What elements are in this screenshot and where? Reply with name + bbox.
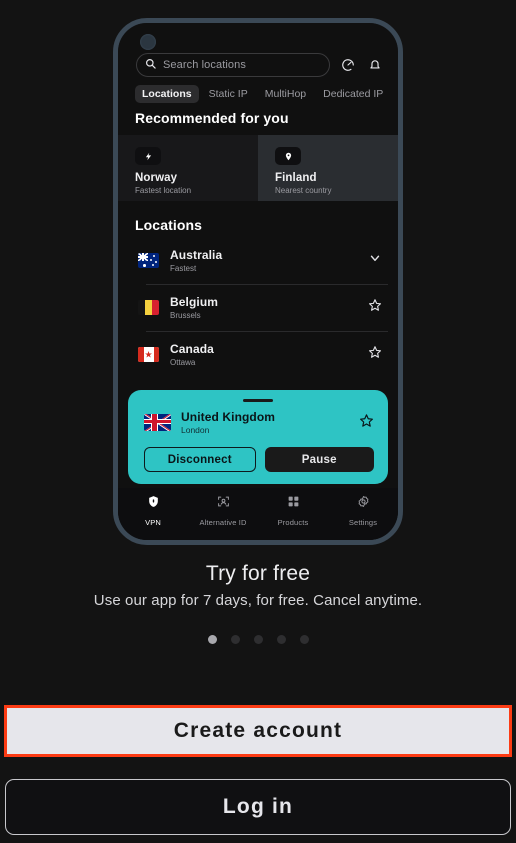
nav-label: VPN [145,518,161,527]
phone-screen: Search locations Locations Static IP Mul… [118,23,398,540]
country-sub: Brussels [170,311,201,320]
flag-canada-icon: ★ [138,347,159,362]
nav-item-alternative-id[interactable]: Alternative ID [188,495,258,527]
country-name: Canada [170,342,214,356]
identity-scan-icon [217,495,230,513]
log-in-label: Log in [222,795,294,818]
create-account-label: Create account [173,719,343,742]
country-sub: Fastest [170,264,197,273]
carousel-dot[interactable] [207,635,217,644]
country-sub: Ottawa [170,358,196,367]
tab-multihop[interactable]: MultiHop [258,85,313,103]
connected-country: United Kingdom [181,410,276,424]
search-placeholder: Search locations [163,59,246,71]
recommended-card-finland[interactable]: Finland Nearest country [258,135,398,201]
filter-tabs: Locations Static IP MultiHop Dedicated I… [135,85,388,103]
nav-item-vpn[interactable]: VPN [118,495,188,527]
nav-item-products[interactable]: Products [258,495,328,527]
log-in-button[interactable]: Log in [5,779,511,835]
bottom-nav: VPN Alternative ID Products Settings [118,488,398,540]
promo-subtitle: Use our app for 7 days, for free. Cancel… [93,592,423,609]
list-item-text: Australia Fastest [170,248,368,273]
phone-mockup: Search locations Locations Static IP Mul… [113,18,403,545]
nav-label: Products [277,518,309,527]
list-item-text: Canada Ottawa [170,342,368,367]
shield-lock-icon [147,495,160,513]
carousel-dot[interactable] [276,635,286,644]
star-outline-icon[interactable] [368,298,382,317]
gear-icon [357,495,370,513]
list-item-text: Belgium Brussels [170,295,368,320]
search-row: Search locations [136,53,384,77]
flag-united-kingdom-icon [144,414,171,431]
drag-handle[interactable] [243,399,273,402]
star-outline-icon[interactable] [368,345,382,364]
create-account-button[interactable]: Create account [4,705,512,757]
onboarding-screen: Search locations Locations Static IP Mul… [0,0,516,843]
chevron-down-icon[interactable] [368,251,382,270]
tab-static-ip[interactable]: Static IP [202,85,255,103]
flag-australia-icon [138,253,159,268]
nav-label: Alternative ID [199,518,247,527]
star-outline-icon[interactable] [359,413,374,433]
tab-dedicated-ip[interactable]: Dedicated IP [316,85,390,103]
connected-sheet: United Kingdom London Disconnect Pause [128,390,388,484]
pause-button[interactable]: Pause [264,447,374,472]
promo-section: Try for free Use our app for 7 days, for… [0,562,516,644]
bell-icon[interactable] [366,56,384,74]
locations-heading: Locations [135,217,203,233]
avatar[interactable] [140,34,156,50]
recommended-heading: Recommended for you [135,110,289,126]
country-name: Belgium [170,295,219,309]
list-item[interactable]: ★ Canada Ottawa [118,331,398,378]
country-name: Australia [170,248,223,262]
search-icon [145,56,156,74]
list-item[interactable]: Australia Fastest [118,237,398,284]
connected-text: United Kingdom London [181,410,359,435]
carousel-dot[interactable] [299,635,309,644]
lightning-bolt-icon [135,147,161,165]
list-item[interactable]: Belgium Brussels [118,284,398,331]
recommended-card-name: Finland [275,172,317,184]
flag-belgium-icon [138,300,159,315]
recommended-card-name: Norway [135,172,178,184]
connected-actions: Disconnect Pause [128,435,388,472]
search-input[interactable]: Search locations [136,53,330,77]
connected-header: United Kingdom London [128,410,388,435]
recommended-card-sub: Fastest location [135,186,192,195]
grid-squares-icon [287,495,300,513]
carousel-dot[interactable] [230,635,240,644]
speedometer-icon[interactable] [339,56,357,74]
carousel-dots [0,635,516,644]
connected-city: London [181,425,210,435]
nav-item-settings[interactable]: Settings [328,495,398,527]
promo-title: Try for free [205,562,311,585]
nav-label: Settings [348,518,378,527]
disconnect-button[interactable]: Disconnect [144,447,256,472]
recommended-card-norway[interactable]: Norway Fastest location [118,135,258,201]
recommended-cards: Norway Fastest location Finland Nearest … [118,135,398,201]
recommended-card-sub: Nearest country [275,186,332,195]
locations-list: Australia Fastest Belgium Brussels ★ Can… [118,237,398,378]
carousel-dot[interactable] [253,635,263,644]
tab-locations[interactable]: Locations [135,85,199,103]
map-pin-icon [275,147,301,165]
